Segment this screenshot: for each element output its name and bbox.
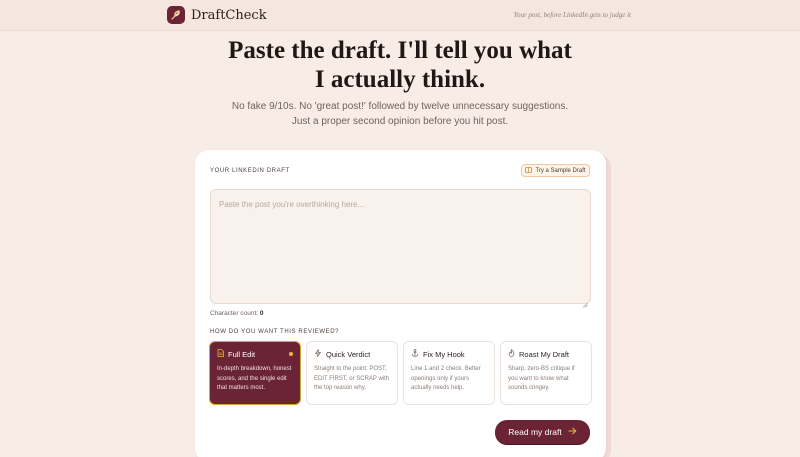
sample-draft-icon: [525, 166, 533, 175]
draft-card: YOUR LINKEDIN DRAFT Try a Sample Draft P…: [195, 150, 606, 457]
character-count-label: Character count:: [210, 310, 259, 317]
arrow-right-icon: [568, 427, 577, 437]
app-name: DraftCheck: [191, 7, 267, 23]
mode-quick-verdict[interactable]: Quick Verdict Straight to the point: POS…: [306, 341, 398, 405]
mode-title: Full Edit: [228, 349, 256, 359]
page-subtitle-line-2: Just a proper second opinion before you …: [291, 116, 509, 127]
mode-title: Quick Verdict: [326, 349, 371, 359]
try-sample-draft-label: Try a Sample Draft: [535, 167, 586, 174]
mode-fix-my-hook[interactable]: Fix My Hook Line 1 and 2 check. Better o…: [403, 341, 495, 405]
read-my-draft-label: Read my draft: [508, 427, 562, 437]
page-subtitle: No fake 9/10s. No 'great post!' followed…: [150, 99, 650, 129]
try-sample-draft-button[interactable]: Try a Sample Draft: [521, 164, 590, 177]
review-modes: Full Edit In-depth breakdown, honest sco…: [209, 341, 592, 405]
draft-placeholder: Paste the post you're overthinking here.…: [219, 200, 365, 209]
page-title-line-2: I actually think.: [314, 66, 486, 93]
review-section-label: HOW DO YOU WANT THIS REVIEWED?: [210, 329, 340, 335]
flame-icon: [508, 349, 515, 359]
resize-handle-icon[interactable]: [582, 295, 588, 308]
tagline: Your post, before LinkedIn gets to judge…: [513, 11, 631, 19]
character-count: Character count: 0: [210, 310, 264, 317]
read-my-draft-button[interactable]: Read my draft: [495, 420, 590, 444]
anchor-icon: [411, 349, 419, 359]
mode-title: Fix My Hook: [423, 349, 465, 359]
mode-roast-my-draft[interactable]: Roast My Draft Sharp, zero-BS critique i…: [500, 341, 592, 405]
lightning-icon: [314, 349, 322, 359]
mode-description: Line 1 and 2 check. Better openings only…: [411, 366, 481, 391]
character-count-value: 0: [259, 310, 264, 317]
logo[interactable]: DraftCheck: [167, 6, 267, 24]
draft-textarea[interactable]: Paste the post you're overthinking here.…: [210, 189, 591, 308]
top-bar: DraftCheck Your post, before LinkedIn ge…: [0, 0, 800, 31]
page-title-line-1: Paste the draft. I'll tell you what: [228, 37, 572, 64]
draft-section-label: YOUR LINKEDIN DRAFT: [210, 168, 290, 174]
mode-title: Roast My Draft: [519, 349, 570, 359]
mode-description: Straight to the point: POST, EDIT FIRST,…: [314, 366, 390, 391]
feather-icon: [167, 6, 185, 24]
document-icon: [217, 349, 224, 359]
mode-description: Sharp, zero-BS critique if you want to k…: [508, 366, 575, 391]
mode-full-edit[interactable]: Full Edit In-depth breakdown, honest sco…: [209, 341, 301, 405]
selected-indicator: [289, 352, 293, 356]
mode-description: In-depth breakdown, honest scores, and t…: [217, 366, 292, 391]
page-title: Paste the draft. I'll tell you what I ac…: [150, 36, 650, 94]
page-subtitle-line-1: No fake 9/10s. No 'great post!' followed…: [231, 101, 569, 112]
